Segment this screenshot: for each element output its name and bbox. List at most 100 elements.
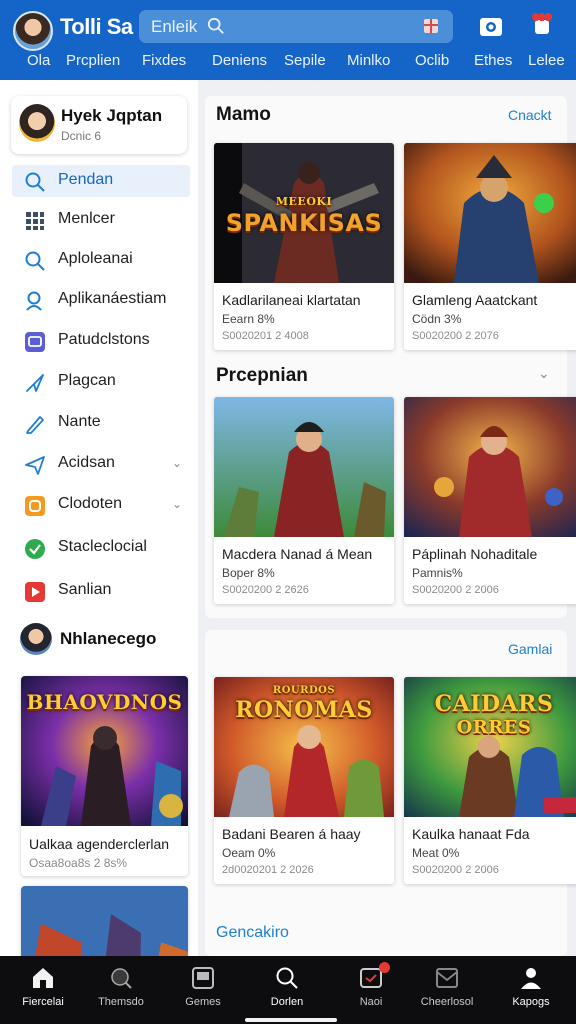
avatar[interactable] — [13, 11, 53, 51]
app-title: Tolli Sa — [60, 14, 133, 39]
notification-icon[interactable] — [528, 10, 556, 40]
tab-8[interactable]: Ethes — [474, 52, 512, 69]
section-title: Mamo — [216, 104, 271, 125]
sidebar-item-label: Aploleanai — [58, 250, 133, 267]
section-title: Prcepnian — [216, 365, 308, 386]
game-rating: Meat 0% — [412, 846, 460, 860]
game-thumbnail — [404, 397, 576, 537]
nav-games[interactable]: Gemes — [162, 956, 244, 1024]
chevron-down-icon[interactable]: ⌄ — [172, 497, 182, 511]
game-card[interactable]: CAIDARS ORRES Kaulka hanaat Fda Meat 0% … — [404, 677, 576, 884]
sidebar-item-sanlian[interactable]: Sanlian — [12, 575, 190, 607]
game-title: Kadlarilaneai klartatan — [222, 292, 361, 308]
game-thumbnail-subtitle: MEEOKI — [275, 195, 333, 208]
sidebar-item-menlcer[interactable]: Menlcer — [12, 204, 190, 236]
game-card[interactable]: MEEOKI SPANKISAS Kadlarilaneai klartatan… — [214, 143, 394, 350]
game-thumbnail — [404, 143, 576, 283]
sidebar-item-pendan[interactable]: Pendan — [12, 165, 190, 197]
avatar — [19, 104, 55, 142]
game-thumbnail — [21, 886, 188, 956]
sidebar-item-label: Aplikanáestiam — [58, 290, 167, 307]
section-link[interactable]: Gencakiro — [216, 924, 289, 942]
chevron-down-icon[interactable]: ⌄ — [538, 365, 550, 382]
nav-label: Dorlen — [270, 996, 304, 1008]
tab-5[interactable]: Sepile — [284, 52, 326, 69]
nav-search[interactable]: Dorlen — [246, 956, 328, 1024]
section-action-link[interactable]: Gamlai — [508, 641, 552, 657]
game-card[interactable]: Páplinah Nohaditale Pamnis% S0020200 2 2… — [404, 397, 576, 604]
sidebar-user[interactable]: Nhlanecego — [20, 623, 190, 657]
sidebar-item-acidsan[interactable]: Acidsan ⌄ — [12, 448, 190, 480]
nav-label: Fiercelai — [22, 996, 64, 1008]
sidebar-item-label: Nante — [58, 413, 101, 430]
pen-icon — [26, 416, 44, 434]
sidebar-item-label: Pendan — [58, 171, 114, 188]
tab-9[interactable]: Lelee — [528, 52, 565, 69]
game-thumbnail-title: BHAOVDNOS — [26, 690, 183, 714]
mail-icon — [436, 968, 458, 988]
tab-2[interactable]: Prcplien — [66, 52, 120, 69]
profile-icon — [521, 968, 541, 989]
search-bar[interactable]: Enleik — [139, 10, 453, 43]
app-header: Tolli Sa Enleik Ola Prcplien Fixdes Deni… — [0, 0, 576, 80]
game-meta: 2d0020201 2 2026 — [222, 864, 314, 876]
game-card[interactable]: Glamleng Aaatckant Cödn 3% S0020200 2 20… — [404, 143, 576, 350]
nav-profile[interactable]: Kapogs — [490, 956, 572, 1024]
sidebar-item-label: Acidsan — [58, 454, 115, 471]
avatar — [20, 623, 52, 655]
user-icon — [26, 291, 42, 311]
game-meta: S0020200 2 2076 — [412, 330, 499, 342]
nav-label: Kapogs — [512, 996, 550, 1008]
category-tabs: Ola Prcplien Fixdes Deniens Sepile Minlk… — [0, 50, 576, 74]
search-icon — [111, 968, 132, 989]
sidebar-game-card[interactable]: BHAOVDNOS Ualkaa agenderclerlan Osaa8oa8… — [21, 676, 188, 876]
gift-icon[interactable] — [421, 16, 441, 36]
chevron-down-icon[interactable]: ⌄ — [172, 456, 182, 470]
nav-label: Cheerlosol — [420, 996, 474, 1008]
sidebar: Hyek Jqptan Dcnic 6 Pendan Menlcer Aplol… — [0, 80, 198, 956]
nav-home[interactable]: Fiercelai — [2, 956, 84, 1024]
profile-name: Hyek Jqptan — [61, 106, 163, 125]
nav-messages[interactable]: Cheerlosol — [406, 956, 488, 1024]
search-icon — [276, 967, 298, 989]
bottom-nav: Fiercelai Themsdo Gemes Dorlen Naoi Chee… — [0, 956, 576, 1024]
gamepad-icon — [192, 967, 214, 989]
tab-7[interactable]: Oclib — [415, 52, 449, 69]
game-meta: S0020200 2 2626 — [222, 584, 309, 596]
paper-plane-icon — [25, 456, 45, 475]
home-indicator[interactable] — [245, 1018, 337, 1022]
game-title: Páplinah Nohaditale — [412, 546, 538, 562]
tab-4[interactable]: Deniens — [212, 52, 267, 69]
tab-6[interactable]: Minlko — [347, 52, 390, 69]
grid-icon — [26, 212, 44, 230]
tab-3[interactable]: Fixdes — [142, 52, 186, 69]
send-icon — [26, 374, 44, 392]
tab-1[interactable]: Ola — [27, 52, 50, 69]
profile-card[interactable]: Hyek Jqptan Dcnic 6 — [11, 96, 187, 154]
camera-icon[interactable] — [478, 13, 504, 39]
sidebar-item-label: Menlcer — [58, 210, 115, 227]
nav-explore[interactable]: Themsdo — [80, 956, 162, 1024]
game-rating: Boper 8% — [222, 566, 275, 580]
game-card[interactable]: ROURDOS RONOMAS Badani Bearen á haay Oea… — [214, 677, 394, 884]
game-card[interactable]: Macdera Nanad á Mean Boper 8% S0020200 2… — [214, 397, 394, 604]
search-input[interactable]: Enleik — [151, 17, 197, 37]
sidebar-game-card[interactable] — [21, 886, 188, 956]
orange-app-icon — [25, 496, 45, 516]
sidebar-item-stacleclocial[interactable]: Stacleclocial — [12, 532, 190, 564]
sidebar-item-aploleanai[interactable]: Aploleanai — [12, 244, 190, 276]
sidebar-item-aplikan[interactable]: Aplikanáestiam — [12, 284, 190, 316]
game-thumbnail-title: CAIDARS — [434, 691, 554, 717]
sidebar-item-patudclstons[interactable]: Patudclstons — [12, 325, 190, 357]
sidebar-item-label: Stacleclocial — [58, 538, 147, 555]
sidebar-item-plagcan[interactable]: Plagcan — [12, 366, 190, 398]
game-title: Glamleng Aaatckant — [412, 292, 538, 308]
sidebar-item-nante[interactable]: Nante — [12, 407, 190, 439]
nav-inbox[interactable]: Naoi — [330, 956, 412, 1024]
game-rating: Cödn 3% — [412, 312, 462, 326]
sidebar-item-label: Patudclstons — [58, 331, 150, 348]
game-thumbnail — [214, 397, 394, 537]
nav-label: Themsdo — [98, 996, 144, 1008]
section-action-link[interactable]: Cnackt — [508, 107, 552, 123]
sidebar-item-clodoten[interactable]: Clodoten ⌄ — [12, 489, 190, 521]
